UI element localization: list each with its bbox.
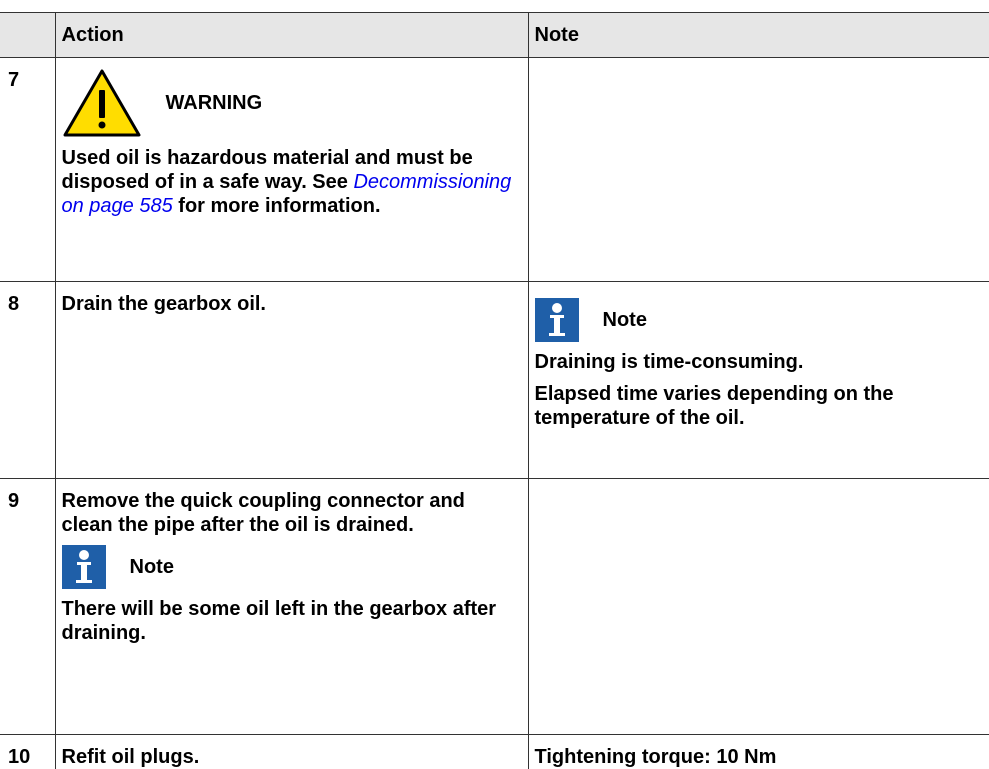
note-line: Elapsed time varies depending on the tem…: [534, 383, 894, 429]
step-number: 7: [0, 57, 56, 282]
note-cell: Note Draining is time-consuming. Elapsed…: [527, 281, 989, 479]
table-header-row: Action Note: [0, 12, 989, 58]
procedure-table: Action Note 7 WARNING Used oil is hazard…: [0, 12, 989, 769]
header-note: Note: [527, 12, 989, 58]
warning-text-after: for more information.: [172, 195, 381, 217]
table-row: 9 Remove the quick coupling connector an…: [0, 478, 989, 735]
action-text: Remove the quick coupling connector and …: [61, 490, 465, 536]
action-cell: Drain the gearbox oil.: [54, 281, 529, 479]
warning-title: WARNING: [165, 92, 263, 114]
warning-callout: WARNING: [62, 68, 522, 138]
note-callout: Note: [534, 298, 984, 342]
step-number: 9: [0, 478, 56, 735]
note-text: There will be some oil left in the gearb…: [61, 598, 497, 644]
note-callout: Note: [61, 545, 522, 589]
table-row: 10 Refit oil plugs. Tightening torque: 1…: [0, 734, 989, 769]
note-cell: [527, 478, 989, 735]
note-cell: Tightening torque: 10 Nm: [527, 734, 989, 769]
note-title: Note: [602, 309, 647, 331]
note-title: Note: [129, 556, 174, 578]
step-number: 10: [0, 734, 56, 769]
warning-text: Used oil is hazardous material and must …: [62, 146, 522, 218]
action-cell: Remove the quick coupling connector and …: [54, 478, 529, 735]
action-cell: WARNING Used oil is hazardous material a…: [54, 57, 529, 282]
info-note-icon: [61, 545, 106, 589]
table-row: 7 WARNING Used oil is hazardous material…: [0, 57, 989, 282]
step-number: 8: [0, 281, 56, 479]
note-cell: [527, 57, 989, 282]
action-cell: Refit oil plugs.: [54, 734, 529, 769]
table-row: 8 Drain the gearbox oil. Note Draining i…: [0, 281, 989, 479]
info-note-icon: [534, 298, 579, 342]
warning-triangle-icon: [63, 69, 140, 137]
header-action: Action: [54, 12, 529, 58]
header-step-number: [0, 12, 56, 58]
note-line: Draining is time-consuming.: [534, 351, 804, 373]
